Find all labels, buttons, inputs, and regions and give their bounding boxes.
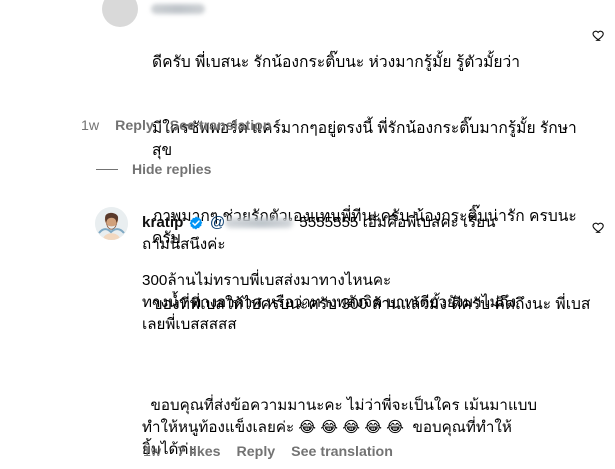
- comment-avatar[interactable]: [102, 0, 138, 27]
- verified-badge-icon: [189, 216, 202, 230]
- reply-see-translation-button[interactable]: See translation: [291, 444, 393, 460]
- comment-line-1: ดีครับ พี่เบสนะ รักน้องกระติ๊บนะ ห่วงมาก…: [152, 54, 521, 71]
- reply-second-line: ถามนิสนึงค่ะ: [142, 236, 226, 253]
- reply-username[interactable]: kratip: [142, 214, 183, 231]
- comment-reply-button[interactable]: Reply: [115, 118, 154, 134]
- heart-outline-icon[interactable]: [592, 28, 606, 42]
- reply-mention-obscured[interactable]: [225, 218, 294, 228]
- comment-meta-row: 1w Reply See translation: [81, 118, 272, 134]
- reply-header-line: kratip @5555555 เอิ่มคือพี่เบสคะ เรียน: [142, 212, 572, 234]
- reply-time: 1w: [143, 444, 162, 460]
- comment-see-translation-button[interactable]: See translation: [170, 118, 272, 134]
- reply-avatar[interactable]: [95, 207, 128, 240]
- reply-button[interactable]: Reply: [237, 444, 276, 460]
- reply-paragraph-1: 300ล้านไม่ทราบพี่เบสส่งมาทางไหนคะ ทางน้ำ…: [142, 272, 517, 333]
- heart-outline-icon[interactable]: [592, 220, 606, 234]
- reply-first-line-text: 5555555 เอิ่มคือพี่เบสคะ เรียน: [299, 214, 496, 231]
- reply-likes-count[interactable]: 7 likes: [177, 444, 220, 460]
- reply-avatar-image: [95, 207, 128, 240]
- hide-replies-button[interactable]: Hide replies: [132, 161, 211, 177]
- hide-replies-row[interactable]: Hide replies: [96, 161, 211, 177]
- reply-meta-row: 1w 7 likes Reply See translation: [143, 444, 393, 460]
- hide-replies-line: [96, 169, 118, 170]
- comment-time: 1w: [81, 118, 100, 134]
- reply-mention-at[interactable]: @: [210, 214, 225, 231]
